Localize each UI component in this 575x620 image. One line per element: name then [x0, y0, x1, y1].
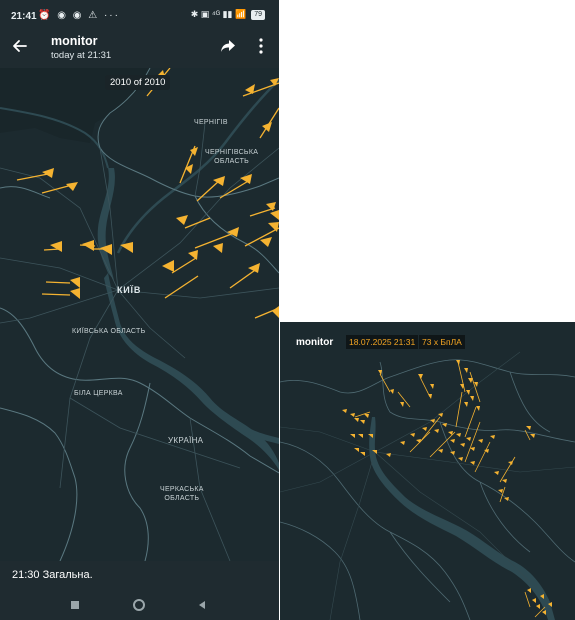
- back-triangle-icon[interactable]: [195, 598, 209, 612]
- message-counter: 2010 of 2010: [105, 75, 171, 90]
- phone-screen: 21:41 ⏰ ◉ ◉ ⚠ ··· ✱ ▣ ⁴ᴳ ▮▮ 📶 79 monitor…: [0, 0, 279, 620]
- drone-map[interactable]: 2010 of 2010 ЧЕРНІГІВ ЧЕРНІГІВСЬКА ОБЛАС…: [0, 68, 279, 561]
- navigation-bar: [0, 590, 279, 620]
- overview-count-badge: 73 х БпЛА: [419, 335, 465, 349]
- map-canvas: [0, 68, 279, 561]
- label-kyiv-oblast: КИЇВСЬКА ОБЛАСТЬ: [72, 328, 146, 335]
- caption-text: 21:30 Загальна.: [12, 569, 93, 581]
- label-cherkasy-oblast: ЧЕРКАСЬКА ОБЛАСТЬ: [160, 486, 204, 502]
- chat-title[interactable]: monitor: [51, 34, 98, 48]
- recents-square-icon[interactable]: [68, 598, 82, 612]
- more-vert-icon[interactable]: [255, 37, 267, 55]
- status-time: 21:41: [11, 11, 37, 22]
- notification-icons: ⏰ ◉ ◉ ⚠ ···: [38, 10, 120, 21]
- label-kyiv: КИЇВ: [117, 285, 142, 295]
- overview-date-badge: 18.07.2025 21:31: [346, 335, 419, 349]
- signal-icons: ✱ ▣ ⁴ᴳ ▮▮ 📶: [190, 9, 247, 19]
- chat-subtitle: today at 21:31: [51, 50, 112, 61]
- message-caption: 21:30 Загальна.: [0, 561, 279, 590]
- label-chernihiv-oblast: ЧЕРНІГІВСЬКА ОБЛАСТЬ: [205, 149, 259, 165]
- app-bar: monitor today at 21:31: [0, 30, 279, 68]
- system-icons: ✱ ▣ ⁴ᴳ ▮▮ 📶 79: [191, 9, 265, 20]
- back-arrow-icon[interactable]: [10, 36, 30, 56]
- overview-map-panel: monitor 18.07.2025 21:31 73 х БпЛА: [280, 322, 575, 620]
- label-ukraine: УКРАЇНА: [168, 436, 204, 445]
- battery-icon: 79: [251, 9, 265, 20]
- overview-title: monitor: [296, 337, 334, 348]
- home-circle-icon[interactable]: [132, 598, 146, 612]
- status-bar: 21:41 ⏰ ◉ ◉ ⚠ ··· ✱ ▣ ⁴ᴳ ▮▮ 📶 79: [0, 0, 279, 30]
- label-chernihiv: ЧЕРНІГІВ: [194, 119, 228, 126]
- label-bila-tserkva: БІЛА ЦЕРКВА: [74, 390, 123, 397]
- overview-map-canvas: [280, 322, 575, 620]
- share-icon[interactable]: [219, 37, 237, 55]
